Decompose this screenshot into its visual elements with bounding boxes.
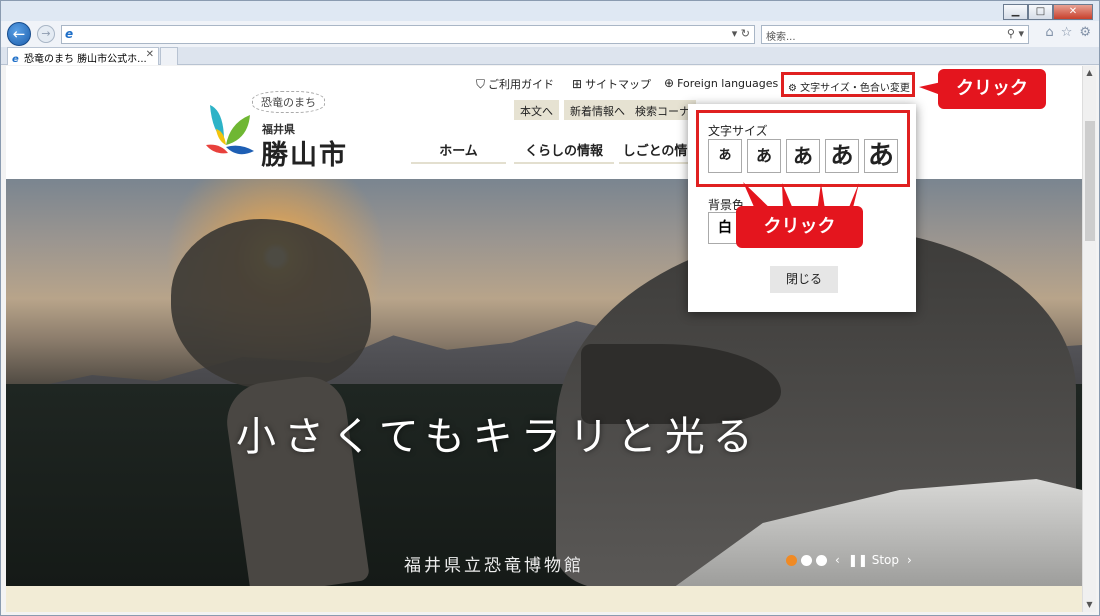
foreign-languages-link[interactable]: ⊕ Foreign languages xyxy=(664,76,778,90)
callout-click-font-size: クリック xyxy=(736,206,863,248)
search-box[interactable]: 検索... ⚲ ▾ xyxy=(761,25,1029,44)
sitemap-icon: ⊞ xyxy=(572,77,583,91)
font-size-option-2[interactable]: あ xyxy=(747,139,781,173)
tab-active[interactable]: e 恐竜のまち 勝山市公式ホ... ✕ xyxy=(7,47,159,65)
carousel-controls: ‹ ❚❚ Stop › xyxy=(786,553,912,567)
carousel-next-button[interactable]: › xyxy=(907,553,912,567)
globe-icon: ⊕ xyxy=(664,76,675,90)
dinosaur-skull-statue xyxy=(171,219,371,389)
tab-label: 恐竜のまち 勝山市公式ホ... xyxy=(23,54,147,65)
address-dropdown-refresh-icon[interactable]: ▾ ↻ xyxy=(732,27,750,40)
browser-tools: ⌂ ☆ ⚙ xyxy=(1045,25,1091,40)
back-button[interactable]: ← xyxy=(7,22,31,46)
logo-tagline: 恐竜のまち xyxy=(252,91,325,113)
close-window-button[interactable]: ✕ xyxy=(1053,4,1093,20)
page-viewport: 恐竜のまち 福井県 勝山市 ⛉ ご利用ガイド ⊞ サイトマップ ⊕ Foreign l… xyxy=(6,66,1082,612)
font-size-option-4[interactable]: あ xyxy=(825,139,859,173)
favorites-star-icon[interactable]: ☆ xyxy=(1061,25,1073,40)
guide-label: ご利用ガイド xyxy=(488,78,555,91)
search-corner-button[interactable]: 検索コーナ xyxy=(629,100,696,120)
nav-living[interactable]: くらしの情報 xyxy=(514,134,614,164)
search-input[interactable]: 検索... xyxy=(766,32,796,43)
title-bar: ▁ □ ✕ xyxy=(1,1,1099,23)
carousel-dot-3[interactable] xyxy=(816,554,827,566)
font-size-color-label: 文字サイズ・色合い変更 xyxy=(800,83,910,94)
font-size-option-5[interactable]: あ xyxy=(864,139,898,173)
tab-close-icon[interactable]: ✕ xyxy=(146,49,154,60)
ie-tab-icon: e xyxy=(12,54,19,65)
ie-page-icon: e xyxy=(65,27,74,41)
tab-bar: e 恐竜のまち 勝山市公式ホ... ✕ xyxy=(1,47,1099,65)
page-bottom-strip xyxy=(6,586,1082,612)
guide-link[interactable]: ⛉ ご利用ガイド xyxy=(476,76,554,92)
logo-mark-icon xyxy=(206,105,254,155)
maximize-button[interactable]: □ xyxy=(1028,4,1053,20)
font-size-option-3[interactable]: あ xyxy=(786,139,820,173)
navigation-bar: ← → e ▾ ↻ 検索... ⚲ ▾ ⌂ ☆ ⚙ xyxy=(1,21,1099,47)
font-size-option-1[interactable]: あ xyxy=(708,139,742,173)
font-settings-icon: ⚙ xyxy=(788,83,797,94)
search-icon[interactable]: ⚲ ▾ xyxy=(1007,27,1024,40)
scroll-thumb[interactable] xyxy=(1085,121,1095,241)
news-button[interactable]: 新着情報へ xyxy=(564,100,631,120)
new-tab-button[interactable] xyxy=(160,47,178,65)
font-size-title: 文字サイズ xyxy=(708,124,768,138)
hero-slogan: 小さくてもキラリと光る xyxy=(236,414,761,460)
forward-button[interactable]: → xyxy=(37,25,55,43)
scroll-up-icon[interactable]: ▲ xyxy=(1083,66,1096,80)
font-size-color-button[interactable]: ⚙ 文字サイズ・色合い変更 xyxy=(781,72,915,97)
window-controls: ▁ □ ✕ xyxy=(1003,4,1093,20)
address-bar[interactable]: e ▾ ↻ xyxy=(61,25,755,44)
sitemap-label: サイトマップ xyxy=(585,78,652,91)
sitemap-link[interactable]: ⊞ サイトマップ xyxy=(572,76,651,92)
home-icon[interactable]: ⌂ xyxy=(1045,25,1053,40)
browser-window: ▁ □ ✕ ← → e ▾ ↻ 検索... ⚲ ▾ ⌂ ☆ ⚙ e 恐竜のまち … xyxy=(0,0,1100,616)
carousel-dot-2[interactable] xyxy=(801,554,812,566)
foreign-languages-label: Foreign languages xyxy=(677,77,779,90)
popup-close-button[interactable]: 閉じる xyxy=(770,266,838,293)
scroll-down-icon[interactable]: ▼ xyxy=(1083,598,1096,612)
settings-gear-icon[interactable]: ⚙ xyxy=(1079,25,1091,40)
callout-click-font-button: クリック xyxy=(938,69,1046,109)
site-header: 恐竜のまち 福井県 勝山市 ⛉ ご利用ガイド ⊞ サイトマップ ⊕ Foreign l… xyxy=(6,66,1082,179)
carousel-dot-1[interactable] xyxy=(786,554,797,566)
carousel-stop-button[interactable]: ❚❚ Stop xyxy=(848,553,899,567)
hero-caption: 福井県立恐竜博物館 xyxy=(404,556,584,576)
hero-slideshow: 小さくてもキラリと光る 福井県立恐竜博物館 ‹ ❚❚ Stop › xyxy=(6,179,1082,586)
minimize-button[interactable]: ▁ xyxy=(1003,4,1028,20)
vertical-scrollbar[interactable]: ▲ ▼ xyxy=(1082,66,1096,612)
logo-city: 勝山市 xyxy=(261,140,348,171)
carousel-prev-button[interactable]: ‹ xyxy=(835,553,840,567)
guide-icon: ⛉ xyxy=(476,77,486,91)
site-logo[interactable]: 恐竜のまち 福井県 勝山市 xyxy=(204,91,364,171)
nav-work[interactable]: しごとの情 xyxy=(619,134,691,164)
nav-home[interactable]: ホーム xyxy=(411,134,506,164)
skip-to-content-button[interactable]: 本文へ xyxy=(514,100,559,120)
